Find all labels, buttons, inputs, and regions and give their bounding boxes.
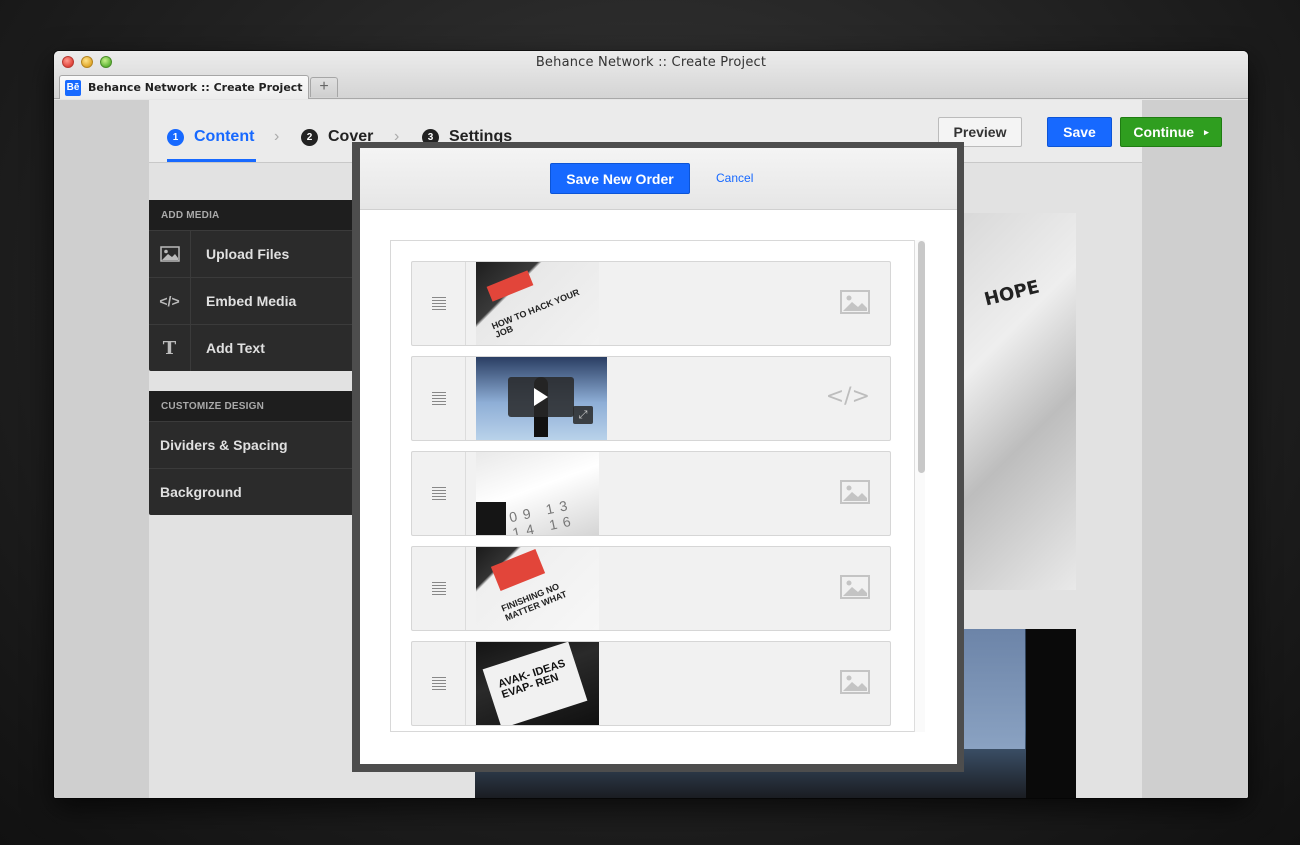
active-step-indicator	[167, 159, 256, 162]
add-media-panel: ADD MEDIA Upload Files </> Embed Media T…	[149, 200, 359, 371]
reorder-modal: Save New Order Cancel HOW TO HACK YOUR J…	[360, 148, 957, 764]
text-icon: T	[149, 325, 191, 371]
dividers-spacing-button[interactable]: Dividers & Spacing	[149, 421, 359, 468]
image-icon	[840, 575, 870, 604]
sidebar-item-label: Add Text	[206, 340, 265, 356]
media-thumbnail: AVAK- IDEAS EVAP- REN	[476, 642, 599, 725]
browser-window: Behance Network :: Create Project Bē Beh…	[54, 51, 1248, 798]
step-content[interactable]: 1 Content	[167, 128, 254, 146]
step-number: 1	[167, 128, 184, 146]
chevron-right-icon: ›	[274, 128, 280, 145]
title-bar: Behance Network :: Create Project Bē Beh…	[54, 51, 1248, 99]
media-thumbnail: HOW TO HACK YOUR JOB	[476, 262, 599, 345]
drag-handle-icon[interactable]	[412, 642, 466, 725]
project-image-poster: HOPE	[954, 213, 1076, 590]
stage-edge	[1026, 629, 1076, 798]
list-item[interactable]: HOW TO HACK YOUR JOB	[411, 261, 891, 346]
image-icon	[840, 480, 870, 509]
poster-text: HOPE	[982, 276, 1042, 311]
continue-label: Continue	[1133, 124, 1195, 140]
video-thumbnail: ⤢	[476, 357, 607, 440]
browser-tab[interactable]: Bē Behance Network :: Create Project	[59, 75, 309, 99]
play-icon	[508, 377, 574, 417]
code-icon: </>	[825, 384, 870, 409]
list-scrollbar[interactable]	[914, 240, 925, 732]
behance-favicon-icon: Bē	[65, 79, 81, 96]
list-item[interactable]: AVAK- IDEAS EVAP- REN	[411, 641, 891, 726]
media-order-list: HOW TO HACK YOUR JOB ⤢ </> 09 13 14 16 F…	[390, 240, 925, 732]
arrow-right-icon: ▸	[1204, 126, 1209, 137]
modal-header: Save New Order Cancel	[360, 148, 957, 210]
expand-icon: ⤢	[573, 406, 593, 424]
step-label: Content	[194, 128, 255, 145]
save-button[interactable]: Save	[1047, 117, 1112, 147]
drag-handle-icon[interactable]	[412, 547, 466, 630]
thumbnail-text: 09 13 14 16	[507, 496, 578, 535]
continue-button[interactable]: Continue ▸	[1120, 117, 1222, 147]
list-item[interactable]: FINISHING NO MATTER WHAT	[411, 546, 891, 631]
image-icon	[840, 290, 870, 319]
add-media-heading: ADD MEDIA	[149, 200, 359, 230]
background-button[interactable]: Background	[149, 468, 359, 515]
image-icon	[840, 670, 870, 699]
media-thumbnail: 09 13 14 16	[476, 452, 599, 535]
scrollbar-thumb[interactable]	[918, 241, 925, 473]
sidebar-item-label: Embed Media	[206, 293, 297, 309]
customize-design-heading: CUSTOMIZE DESIGN	[149, 391, 359, 421]
embed-media-button[interactable]: </> Embed Media	[149, 277, 359, 324]
list-item[interactable]: 09 13 14 16	[411, 451, 891, 536]
cancel-link[interactable]: Cancel	[716, 171, 753, 185]
image-icon	[149, 231, 191, 277]
drag-handle-icon[interactable]	[412, 357, 466, 440]
save-new-order-button[interactable]: Save New Order	[550, 163, 690, 194]
upload-files-button[interactable]: Upload Files	[149, 230, 359, 277]
media-thumbnail: FINISHING NO MATTER WHAT	[476, 547, 599, 630]
window-title: Behance Network :: Create Project	[535, 55, 767, 70]
tab-label: Behance Network :: Create Project	[88, 81, 303, 94]
drag-handle-icon[interactable]	[412, 262, 466, 345]
list-item[interactable]: ⤢ </>	[411, 356, 891, 441]
step-number: 2	[301, 128, 318, 146]
customize-design-panel: CUSTOMIZE DESIGN Dividers & Spacing Back…	[149, 391, 359, 515]
code-icon: </>	[149, 278, 191, 324]
sidebar-item-label: Upload Files	[206, 246, 290, 262]
drag-handle-icon[interactable]	[412, 452, 466, 535]
new-tab-button[interactable]: +	[310, 77, 338, 97]
add-text-button[interactable]: T Add Text	[149, 324, 359, 371]
